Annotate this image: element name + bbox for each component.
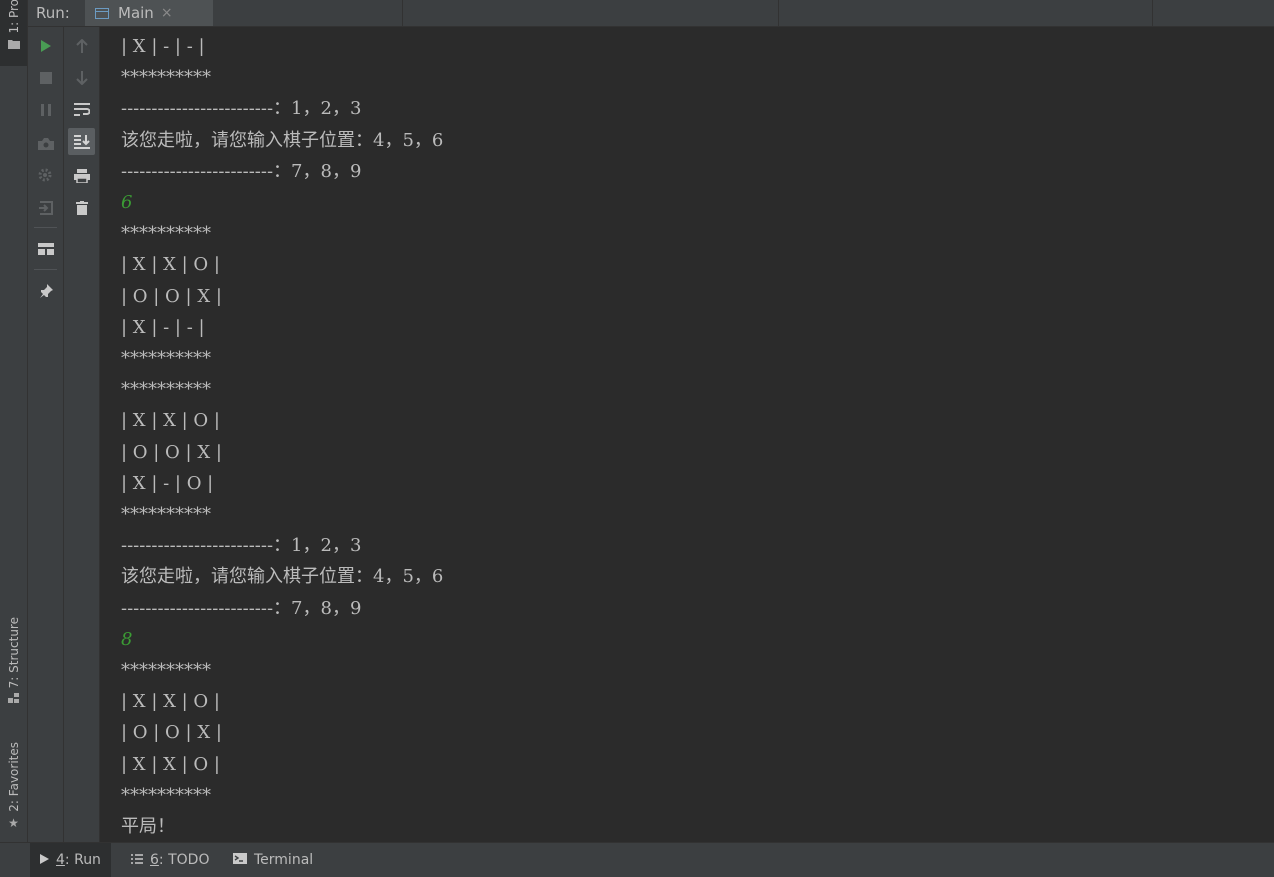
header-divider: [402, 0, 403, 26]
exit-icon: [38, 200, 53, 215]
console-output-line: | X | - | - |: [121, 316, 205, 338]
console-output-line: -------------------------：7，8，9: [121, 597, 362, 619]
console-output-line: -------------------------：1，2，3: [121, 535, 362, 557]
left-tool-strip: 1: Pro 7: Structure 2: Favorites ★: [0, 0, 28, 842]
structure-icon: [7, 692, 20, 707]
pause-button[interactable]: [32, 96, 59, 123]
console-window-icon: [95, 7, 109, 19]
console-input-line: 8: [121, 628, 133, 650]
console-input-line: 6: [121, 192, 133, 213]
console-output-line: -------------------------：1，2，3: [121, 98, 362, 120]
console-output-line: **********: [121, 784, 211, 806]
print-icon: [73, 168, 90, 183]
exit-button[interactable]: [32, 194, 59, 221]
soft-wrap-button[interactable]: [68, 96, 95, 123]
favorites-tab-label: 2: Favorites: [6, 742, 21, 812]
main-run-tab[interactable]: Main ×: [85, 0, 213, 26]
console-output-line: | X | X | O |: [121, 254, 220, 276]
console-output-line: **********: [121, 67, 211, 89]
console-output-line: 该您走啦，请您输入棋子位置：4，5，6: [121, 566, 444, 588]
soft-wrap-icon: [73, 102, 90, 116]
camera-icon: [37, 137, 54, 150]
console-output-line: | X | X | O |: [121, 753, 220, 775]
pin-tab-button[interactable]: [32, 277, 59, 304]
project-tool-tab[interactable]: 1: Pro: [0, 0, 27, 66]
console-output-line: **********: [121, 348, 211, 369]
console-output-line: **********: [121, 504, 211, 525]
pause-icon: [40, 103, 51, 116]
previous-occurrence-button[interactable]: [68, 32, 95, 59]
run-toolbar-secondary: [64, 27, 100, 842]
console-output-line: | X | - | O |: [121, 472, 214, 494]
close-icon[interactable]: ×: [161, 5, 173, 21]
up-arrow-icon: [75, 38, 88, 53]
trash-icon: [75, 200, 88, 215]
folder-icon: [7, 38, 20, 52]
run-label: Run:: [36, 4, 70, 22]
run-tool-header: Run: Main ×: [28, 0, 1274, 27]
restore-layout-button[interactable]: [32, 235, 59, 262]
pin-icon: [39, 283, 53, 298]
console-output-line: **********: [121, 379, 211, 401]
play-icon: [40, 853, 49, 868]
console-output-line: 平局！: [121, 816, 175, 837]
stop-button[interactable]: [32, 64, 59, 91]
favorites-tool-tab[interactable]: 2: Favorites ★: [0, 730, 27, 830]
run-tab-label: : Run: [64, 852, 101, 868]
clear-all-button[interactable]: [68, 194, 95, 221]
run-toolbar-primary: [28, 27, 64, 842]
rerun-icon: [40, 39, 51, 52]
layout-icon: [37, 242, 54, 255]
rerun-button[interactable]: [32, 32, 59, 59]
dump-threads-button[interactable]: [32, 130, 59, 157]
terminal-tool-tab[interactable]: Terminal: [223, 843, 323, 877]
terminal-tab-label: Terminal: [254, 852, 314, 868]
structure-tool-tab[interactable]: 7: Structure: [0, 605, 27, 707]
scroll-to-end-icon: [73, 134, 90, 149]
run-tab-number: 4: [56, 852, 65, 868]
header-divider: [1152, 0, 1153, 26]
todo-tab-label: : TODO: [158, 852, 210, 868]
console-output[interactable]: | X | - | - | ********** -----------------…: [100, 27, 1274, 842]
star-icon: ★: [8, 816, 19, 830]
console-output-line: | O | O | X |: [121, 722, 222, 744]
console-output-line: | X | - | - |: [121, 36, 205, 57]
main-tab-label: Main: [118, 4, 154, 22]
toolbar-separator: [34, 227, 57, 228]
console-output-line: | X | X | O |: [121, 410, 220, 432]
toolbar-separator: [34, 269, 57, 270]
run-tool-tab[interactable]: 4: Run: [30, 843, 111, 877]
console-output-line: 该您走啦，请您输入棋子位置：4，5，6: [121, 129, 444, 151]
list-icon: [131, 853, 143, 868]
todo-tool-tab[interactable]: 6: TODO: [121, 843, 219, 877]
console-output-line: **********: [121, 223, 211, 245]
console-output-line: **********: [121, 660, 211, 681]
todo-tab-number: 6: [150, 852, 159, 868]
next-occurrence-button[interactable]: [68, 64, 95, 91]
console-output-line: | X | X | O |: [121, 691, 220, 713]
down-arrow-icon: [75, 70, 88, 85]
scroll-to-end-button[interactable]: [68, 128, 95, 155]
console-output-line: | O | O | X |: [121, 285, 222, 307]
settings-icon: [38, 168, 51, 181]
structure-tab-label: 7: Structure: [6, 616, 21, 688]
bottom-tool-bar: 4: Run 6: TODO Terminal: [0, 842, 1274, 877]
terminal-icon: [233, 852, 247, 868]
stop-icon: [39, 71, 52, 84]
settings-button[interactable]: [32, 162, 59, 189]
header-divider: [778, 0, 779, 26]
console-output-line: -------------------------：7，8，9: [121, 160, 362, 182]
project-tab-label: 1: Pro: [6, 0, 21, 34]
print-button[interactable]: [68, 162, 95, 189]
console-output-line: | O | O | X |: [121, 441, 222, 463]
